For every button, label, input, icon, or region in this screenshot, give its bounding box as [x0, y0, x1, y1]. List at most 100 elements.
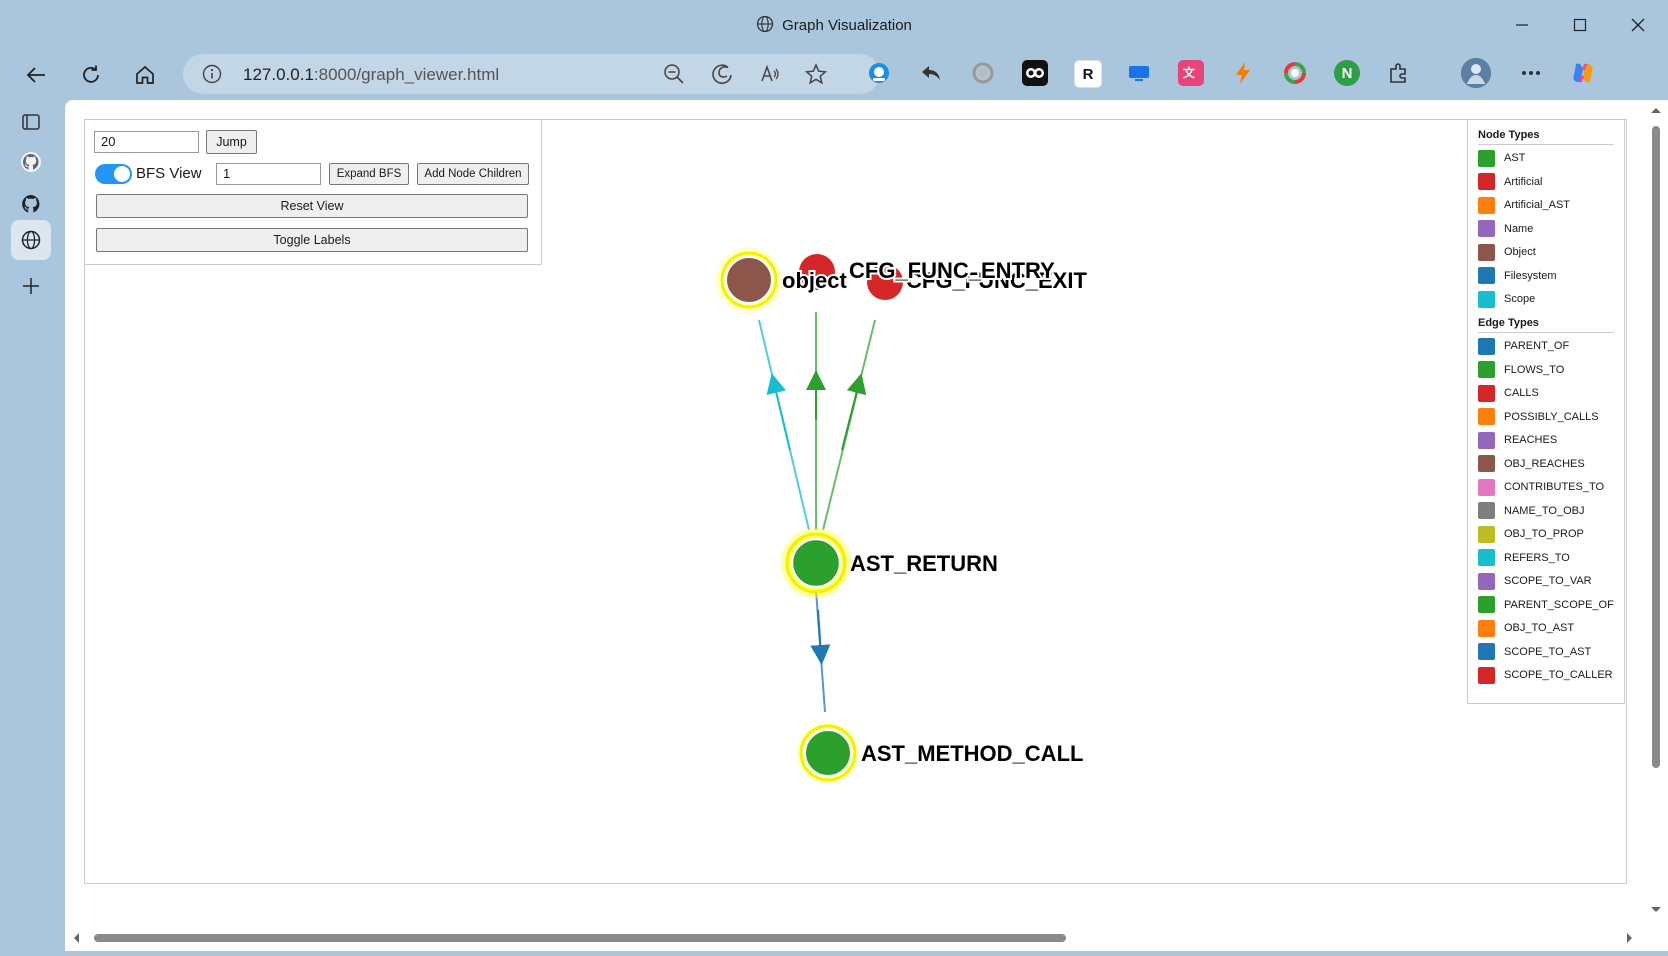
edge-type-color-swatch — [1478, 408, 1495, 425]
zoom-out-icon[interactable] — [661, 61, 687, 87]
sidebar-web-icon[interactable] — [11, 220, 51, 260]
extension-circle-icon[interactable] — [970, 60, 996, 86]
node-type-color-swatch — [1478, 149, 1495, 167]
node-type-legend-item: Scope — [1478, 290, 1535, 308]
edge-type-legend-label: POSSIBLY_CALLS — [1504, 410, 1599, 423]
edge-type-legend-label: OBJ_REACHES — [1504, 457, 1585, 470]
edge-type-legend-item: NAME_TO_OBJ — [1478, 502, 1585, 520]
toggle-knob — [114, 166, 130, 182]
reset-view-button[interactable]: Reset View — [96, 194, 528, 218]
edge-type-legend-label: PARENT_OF — [1504, 340, 1570, 352]
extension-n-icon[interactable]: N — [1334, 60, 1360, 86]
home-button[interactable] — [128, 58, 162, 92]
edge-type-legend-item: OBJ_REACHES — [1478, 455, 1585, 473]
edge-type-legend-item: SCOPE_TO_VAR — [1478, 572, 1592, 590]
edge-type-color-swatch — [1478, 525, 1495, 543]
toggle-labels-button[interactable]: Toggle Labels — [96, 228, 528, 252]
edge-type-color-swatch — [1478, 549, 1495, 566]
close-window-button[interactable] — [1620, 10, 1656, 40]
node-type-legend-label: Artificial_AST — [1504, 199, 1571, 211]
github-icon-2[interactable] — [11, 184, 51, 224]
edge-type-color-swatch — [1478, 502, 1495, 519]
node-type-color-swatch — [1478, 290, 1495, 308]
back-button[interactable] — [19, 58, 53, 92]
jump-button[interactable]: Jump — [206, 130, 257, 154]
read-aloud-icon[interactable] — [757, 61, 783, 87]
node-type-legend-item: Artificial_AST — [1478, 196, 1570, 214]
node-cfg-func-entry[interactable] — [799, 254, 835, 290]
minimize-button[interactable] — [1504, 10, 1540, 40]
more-options-icon[interactable] — [1518, 60, 1544, 86]
site-info-icon[interactable] — [199, 61, 225, 87]
node-type-legend-label: Filesystem — [1504, 269, 1557, 282]
edge-type-legend-label: SCOPE_TO_VAR — [1504, 575, 1592, 587]
node-type-color-swatch — [1478, 243, 1495, 261]
add-sidebar-app-icon[interactable] — [11, 266, 51, 306]
url-text[interactable]: 127.0.0.1:8000/graph_viewer.html — [243, 65, 499, 85]
edge-type-legend-label: NAME_TO_OBJ — [1504, 504, 1585, 517]
edge-type-color-swatch — [1478, 478, 1495, 496]
edge-type-color-swatch — [1478, 384, 1495, 402]
node-type-legend-item: AST — [1478, 149, 1525, 167]
extensions-puzzle-icon[interactable] — [1386, 60, 1412, 86]
edge-type-color-swatch — [1478, 431, 1495, 449]
node-type-legend-label: Name — [1504, 222, 1534, 235]
extension-r-icon[interactable]: R — [1074, 60, 1102, 88]
translate-icon[interactable]: 文 — [1178, 60, 1204, 86]
node-object[interactable] — [716, 247, 782, 313]
edge-types-heading: Edge Types — [1478, 317, 1614, 333]
favorite-star-icon[interactable] — [803, 61, 829, 87]
address-bar[interactable]: 127.0.0.1:8000/graph_viewer.html — [183, 54, 880, 94]
reply-arrow-icon[interactable] — [918, 60, 944, 86]
node-type-legend-label: Artificial — [1504, 175, 1543, 188]
edge-type-legend-item: OBJ_TO_AST — [1478, 619, 1574, 637]
expand-bfs-button[interactable]: Expand BFS — [329, 163, 409, 185]
node-ast-return[interactable] — [781, 528, 851, 598]
globe-icon — [756, 15, 774, 37]
edge-type-legend-item: FLOWS_TO — [1478, 361, 1564, 379]
lightning-icon[interactable] — [1230, 60, 1256, 86]
profile-avatar[interactable] — [1461, 58, 1491, 88]
extension-1-icon[interactable] — [866, 60, 892, 86]
edge-type-legend-item: CONTRIBUTES_TO — [1478, 478, 1604, 496]
github-icon[interactable] — [11, 142, 51, 182]
bfs-view-label: BFS View — [136, 165, 202, 182]
edge-icon[interactable] — [709, 61, 735, 87]
node-type-legend-item: Name — [1478, 220, 1533, 238]
node-type-legend-label: Object — [1504, 246, 1536, 258]
edge-type-color-swatch — [1478, 643, 1495, 660]
title-bar: Graph Visualization — [0, 0, 1668, 50]
browser-sidebar — [0, 98, 62, 951]
horizontal-scrollbar[interactable] — [65, 926, 1645, 951]
edge-type-legend-item: CALLS — [1478, 384, 1539, 402]
node-type-color-swatch — [1478, 267, 1495, 284]
edge-type-legend-label: REACHES — [1504, 434, 1558, 446]
node-ast-method-call[interactable] — [797, 722, 859, 784]
node-type-color-swatch — [1478, 220, 1495, 237]
edge-type-legend-item: REACHES — [1478, 431, 1557, 449]
extension-eyes-icon[interactable] — [1022, 60, 1048, 86]
jump-node-input[interactable]: 20 — [94, 131, 199, 153]
extension-color-ring-icon[interactable] — [1282, 60, 1308, 86]
add-node-children-button[interactable]: Add Node Children — [417, 163, 529, 185]
edge-type-color-swatch — [1478, 572, 1495, 590]
edge-type-color-swatch — [1478, 337, 1495, 355]
edge-type-color-swatch — [1478, 455, 1495, 472]
edge-type-legend-label: SCOPE_TO_AST — [1504, 645, 1592, 658]
node-type-legend-item: Object — [1478, 243, 1536, 261]
edge-type-legend-item: PARENT_OF — [1478, 337, 1569, 355]
edge-type-legend-label: CALLS — [1504, 387, 1539, 399]
node-cfg-func-exit[interactable] — [867, 264, 903, 300]
maximize-button[interactable] — [1562, 10, 1598, 40]
refresh-button[interactable] — [74, 58, 108, 92]
edge-type-legend-label: FLOWS_TO — [1504, 363, 1565, 376]
bfs-depth-input[interactable]: 1 — [216, 163, 321, 185]
edge-type-legend-label: PARENT_SCOPE_OF — [1504, 598, 1614, 611]
edge-type-legend-label: REFERS_TO — [1504, 551, 1570, 564]
tab-actions-icon[interactable] — [11, 102, 51, 142]
edge-type-legend-item: REFERS_TO — [1478, 549, 1570, 567]
vertical-scrollbar[interactable] — [1644, 100, 1668, 920]
copilot-icon[interactable] — [1570, 60, 1596, 86]
extension-screen-icon[interactable] — [1126, 60, 1152, 86]
bfs-view-toggle[interactable] — [95, 164, 132, 184]
